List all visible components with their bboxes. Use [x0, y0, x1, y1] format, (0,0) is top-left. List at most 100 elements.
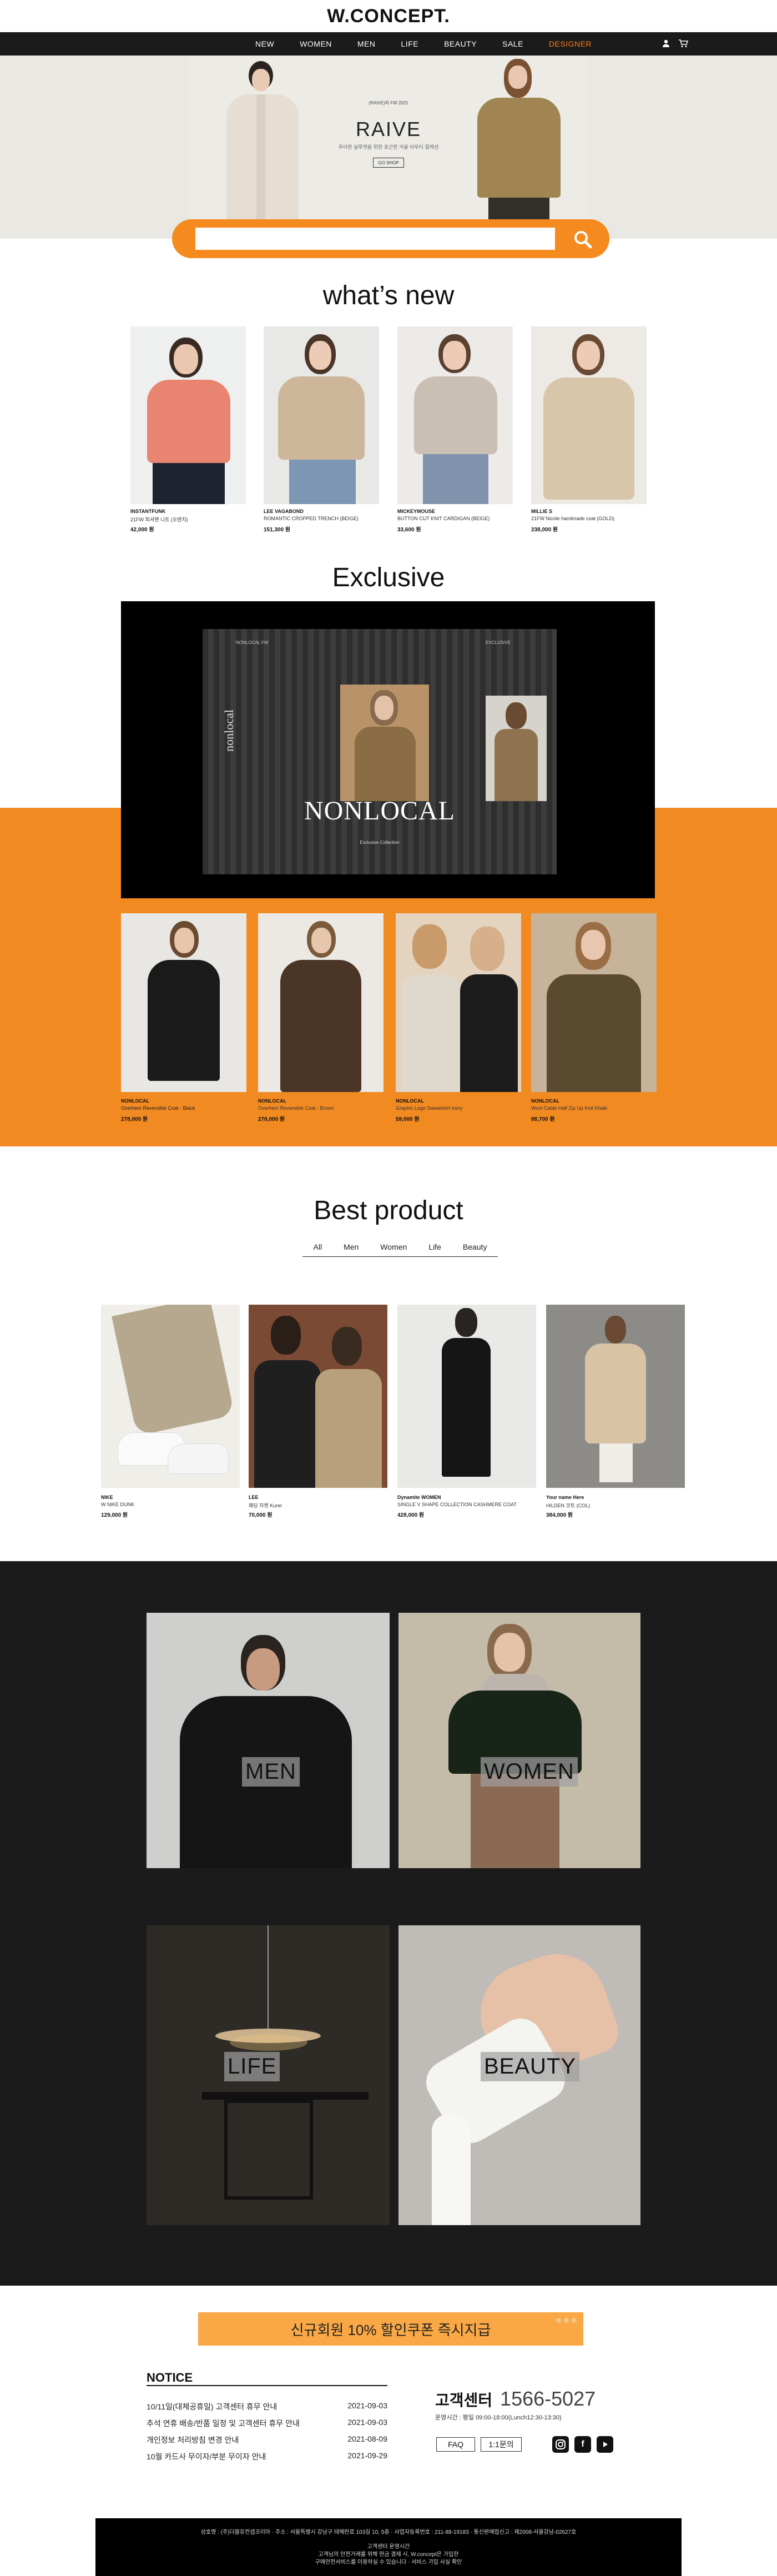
nav-new[interactable]: NEW — [255, 39, 274, 48]
product-image[interactable] — [397, 1305, 536, 1488]
product-image[interactable] — [121, 913, 246, 1092]
product-name: W NIKE DUNK — [101, 1502, 135, 1507]
search-input[interactable] — [195, 228, 555, 250]
hero-tagline: (RAIVE)의 FW 2021 — [369, 100, 408, 105]
notice-title: NOTICE — [147, 2371, 193, 2384]
tab-all[interactable]: All — [314, 1242, 322, 1251]
youtube-icon[interactable] — [597, 2436, 613, 2453]
product-card[interactable]: INSTANTFUNK 21FW 피셔맨 니트 (오렌지) 42,000 원 — [130, 326, 246, 537]
product-name: 21FW Nicole handmade coat (GOLD) — [531, 516, 615, 521]
product-image[interactable] — [397, 326, 513, 504]
nav-women[interactable]: WOMEN — [300, 39, 332, 48]
instagram-icon[interactable] — [552, 2436, 569, 2453]
carousel-dot[interactable] — [556, 2318, 561, 2323]
page: W.CONCEPT. NEW WOMEN MEN LIFE BEAUTY SAL… — [0, 0, 777, 2576]
category-life-label: LIFE — [224, 2052, 280, 2081]
product-brand: Your name Here — [546, 1495, 584, 1500]
product-card[interactable]: LEE VAGABOND ROMANTIC CROPPED TRENCH (BE… — [264, 326, 379, 537]
product-price: 238,000 원 — [531, 527, 558, 533]
notice-date: 2021-09-03 — [347, 2401, 387, 2410]
hero-subtitle: 우아한 실루엣을 위한 포근한 겨울 아우터 컬렉션 — [338, 144, 439, 150]
product-name: 패딩 자켓 Kurer — [249, 1503, 282, 1508]
category-beauty-label: BEAUTY — [481, 2052, 580, 2081]
tab-men[interactable]: Men — [344, 1242, 359, 1251]
notice-text[interactable]: 개인정보 처리방침 변경 안내 — [147, 2436, 239, 2444]
tab-women[interactable]: Women — [380, 1242, 407, 1251]
notice-text[interactable]: 10월 카드사 무이자/부분 무이자 안내 — [147, 2452, 266, 2461]
product-card[interactable]: NONLOCAL Wool Cable Half Zip Up Knit Kha… — [531, 913, 657, 1124]
notice-text[interactable]: 10/11일(대체공휴일) 고객센터 휴무 안내 — [147, 2402, 277, 2411]
carousel-dot[interactable] — [564, 2318, 569, 2323]
product-image[interactable] — [130, 326, 246, 504]
notice-item[interactable]: 추석 연휴 배송/반품 일정 및 고객센터 휴무 안내 2021-09-03 — [147, 2418, 387, 2429]
footer-company-info: 상호명 : (주)더블유컨셉코리아 · 주소 : 서울특별시 강남구 테헤란로 … — [200, 2529, 577, 2535]
product-card[interactable]: LEE 패딩 자켓 Kurer 70,000 원 — [249, 1305, 387, 1521]
category-women[interactable]: WOMEN — [398, 1613, 640, 1868]
search-icon[interactable] — [572, 228, 594, 250]
notice-text[interactable]: 추석 연휴 배송/반품 일정 및 고객센터 휴무 안내 — [147, 2419, 300, 2428]
product-name: ROMANTIC CROPPED TRENCH (BEIGE) — [264, 516, 359, 521]
product-image[interactable] — [264, 326, 379, 504]
product-card[interactable]: NIKE W NIKE DUNK 129,000 원 — [101, 1305, 240, 1521]
category-beauty[interactable]: BEAUTY — [398, 1925, 640, 2225]
footer-line[interactable]: 구매안전서비스를 이용하실 수 있습니다 · 서비스 가입 사실 확인 — [95, 2557, 682, 2565]
best-product-title: Best product — [314, 1196, 463, 1225]
product-card[interactable]: MILLIE S 21FW Nicole handmade coat (GOLD… — [531, 326, 647, 537]
product-brand: Dynamite WOMEN — [397, 1495, 441, 1500]
product-price: 151,300 원 — [264, 527, 291, 533]
cs-hours: 운영시간 : 평일 09:00-18:00(Lunch12:30-13:30) — [435, 2414, 562, 2421]
product-name: Wool Cable Half Zip Up Knit Khaki — [531, 1105, 607, 1111]
hero-shop-button[interactable]: GO SHOP — [373, 158, 404, 168]
cart-icon[interactable] — [678, 39, 689, 48]
product-card[interactable]: NONLOCAL Graphic Logo Sweatshirt Ivory 5… — [396, 913, 521, 1124]
product-image[interactable] — [396, 913, 521, 1092]
user-icon[interactable] — [662, 39, 670, 48]
banner-top-right: EXCLUSIVE — [486, 640, 511, 645]
product-image[interactable] — [101, 1305, 240, 1488]
inquiry-button[interactable]: 1:1문의 — [481, 2437, 522, 2452]
product-image[interactable] — [249, 1305, 387, 1488]
product-brand: LEE — [249, 1495, 259, 1500]
hero-brand: RAIVE — [355, 118, 422, 140]
notice-item[interactable]: 10월 카드사 무이자/부분 무이자 안내 2021-09-29 — [147, 2451, 387, 2462]
product-card[interactable]: NONLOCAL Overhem Reversible Coat - Black… — [121, 913, 246, 1124]
site-logo[interactable]: W.CONCEPT. — [0, 0, 777, 32]
product-price: 70,000 원 — [249, 1512, 273, 1518]
category-men[interactable]: MEN — [147, 1613, 390, 1868]
product-name: Overhem Reversible Coat - Brown — [258, 1105, 335, 1111]
product-card[interactable]: Dynamite WOMEN SINGLE V SHAPE COLLECTION… — [397, 1305, 536, 1521]
faq-button[interactable]: FAQ — [436, 2437, 475, 2452]
hero-banner[interactable]: (RAIVE)의 FW 2021 RAIVE 우아한 실루엣을 위한 포근한 겨… — [0, 56, 777, 239]
product-brand: NONLOCAL — [396, 1098, 424, 1104]
product-image[interactable] — [546, 1305, 685, 1488]
nav-sale[interactable]: SALE — [502, 39, 523, 48]
notice-item[interactable]: 10/11일(대체공휴일) 고객센터 휴무 안내 2021-09-03 — [147, 2401, 387, 2412]
product-name: HILDEN 코트 (COL) — [546, 1503, 591, 1508]
product-image[interactable] — [531, 913, 657, 1092]
product-card[interactable]: Your name Here HILDEN 코트 (COL) 384,000 원 — [546, 1305, 685, 1521]
cs-phone[interactable]: 1566-5027 — [500, 2387, 596, 2410]
nav-beauty[interactable]: BEAUTY — [444, 39, 477, 48]
category-life[interactable]: LIFE — [147, 1925, 390, 2225]
facebook-icon[interactable]: f — [574, 2436, 591, 2453]
nav-life[interactable]: LIFE — [401, 39, 419, 48]
coupon-banner[interactable]: 신규회원 10% 할인쿠폰 즉시지급 — [198, 2312, 583, 2346]
nav-designer[interactable]: DESIGNER — [549, 39, 592, 48]
nav-men[interactable]: MEN — [357, 39, 376, 48]
product-name: Overhem Reversible Coat - Black — [121, 1105, 195, 1111]
product-brand: MILLIE S — [531, 509, 552, 514]
banner-inset-photo-2 — [486, 696, 547, 801]
tab-beauty[interactable]: Beauty — [463, 1242, 487, 1251]
product-card[interactable]: MICKEYMOUSE BUTTON CUT KNIT CARDIGAN (BE… — [397, 326, 513, 537]
footer-line: 고객님의 안전거래를 위해 현금 결제 시, W.concept은 가입한 — [318, 2552, 459, 2558]
product-price: 384,000 원 — [546, 1512, 573, 1518]
tab-life[interactable]: Life — [428, 1242, 441, 1251]
best-tabs: All Men Women Life Beauty — [302, 1237, 498, 1257]
product-image[interactable] — [531, 326, 647, 504]
product-card[interactable]: NONLOCAL Overhem Reversible Coat - Brown… — [258, 913, 384, 1124]
product-name: SINGLE V SHAPE COLLECTION CASHMERE COAT — [397, 1502, 517, 1507]
notice-item[interactable]: 개인정보 처리방침 변경 안내 2021-08-09 — [147, 2434, 387, 2446]
product-image[interactable] — [258, 913, 384, 1092]
carousel-dot[interactable] — [572, 2318, 577, 2323]
exclusive-banner-image[interactable]: NONLOCAL FW EXCLUSIVE nonlocal NONLOCAL … — [203, 629, 557, 874]
